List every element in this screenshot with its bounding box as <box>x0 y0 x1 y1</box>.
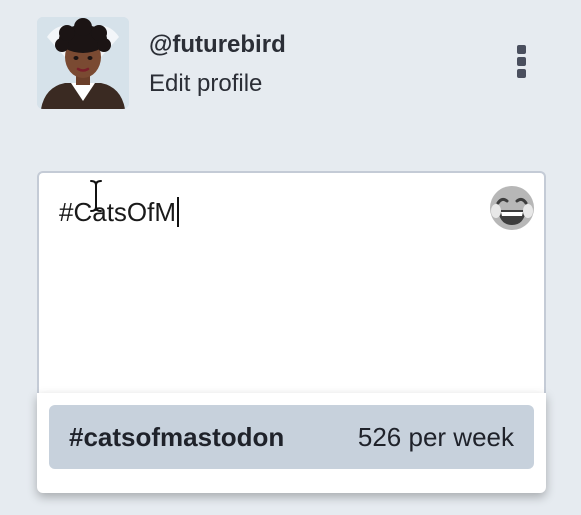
account-handle[interactable]: @futurebird <box>149 31 286 59</box>
laughing-emoji-icon[interactable] <box>489 185 535 231</box>
edit-profile-link[interactable]: Edit profile <box>149 70 262 98</box>
avatar[interactable] <box>37 17 129 109</box>
suggestion-usage-count: 526 per week <box>357 422 514 452</box>
vertical-ellipsis-dot <box>517 57 526 66</box>
compose-text: #CatsOfM <box>59 197 177 227</box>
avatar-illustration <box>37 17 129 109</box>
text-caret <box>177 197 180 227</box>
vertical-ellipsis-dot <box>517 69 526 78</box>
hashtag-suggestion[interactable]: #catsofmastodon 526 per week <box>49 405 534 469</box>
autosuggest-panel: #catsofmastodon 526 per week <box>37 393 546 493</box>
suggestion-hashtag: #catsofmastodon <box>69 422 285 452</box>
vertical-ellipsis-icon <box>517 45 526 54</box>
compose-text-line[interactable]: #CatsOfM <box>59 197 180 228</box>
more-options-button[interactable] <box>513 45 531 79</box>
account-header: @futurebird Edit profile <box>37 17 581 109</box>
compose-textarea[interactable]: #CatsOfM <box>37 171 546 393</box>
